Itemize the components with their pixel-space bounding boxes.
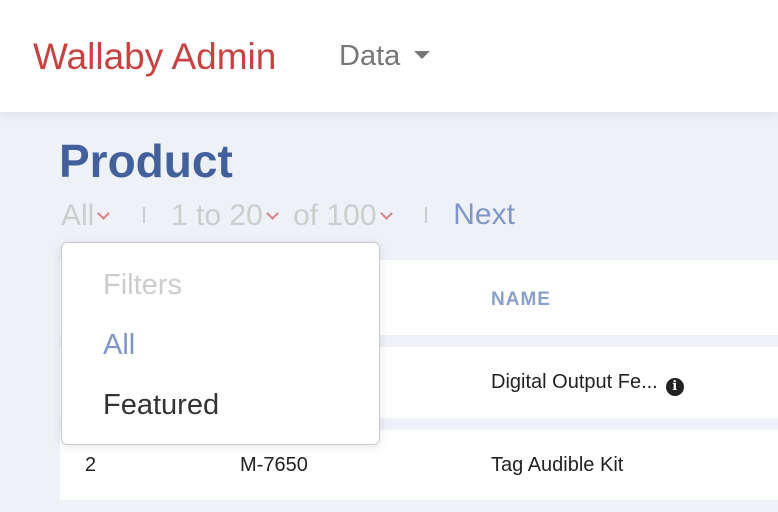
divider xyxy=(424,207,427,223)
filter-option-all[interactable]: All xyxy=(103,329,135,362)
dropdown-header: Filters xyxy=(103,269,182,301)
data-menu-label: Data xyxy=(339,40,401,72)
total-label: of 100 xyxy=(293,198,377,232)
filter-dropdown: Filters All Featured xyxy=(61,242,380,445)
chevron-down-icon xyxy=(265,206,279,220)
info-icon[interactable]: i xyxy=(665,378,684,396)
name-text: Digital Output Fe... xyxy=(491,371,658,393)
filter-option-featured[interactable]: Featured xyxy=(103,389,219,422)
chevron-down-icon xyxy=(97,206,111,220)
next-link[interactable]: Next xyxy=(453,198,515,231)
filter-label: All xyxy=(61,198,95,232)
page-title: Product xyxy=(59,135,233,187)
range-label: 1 to 20 xyxy=(171,198,263,232)
total-select[interactable]: of 100 xyxy=(293,198,398,232)
chevron-down-icon xyxy=(379,206,393,220)
id-cell: 2 xyxy=(85,454,97,476)
data-menu[interactable]: Data xyxy=(339,40,431,73)
range-select[interactable]: 1 to 20 xyxy=(171,198,285,232)
navbar: Wallaby Admin Data xyxy=(0,0,778,112)
pagination-bar: All 1 to 20 of 100 Next xyxy=(61,197,515,233)
sku-cell: M-7650 xyxy=(240,454,308,476)
column-header-name[interactable]: NAME xyxy=(491,289,551,311)
brand-logo[interactable]: Wallaby Admin xyxy=(33,36,276,78)
caret-down-icon xyxy=(414,51,431,60)
filter-select[interactable]: All xyxy=(61,198,116,232)
name-cell: Tag Audible Kit xyxy=(491,454,624,476)
name-cell: Digital Output Fe... i xyxy=(491,371,684,396)
divider xyxy=(142,207,145,223)
